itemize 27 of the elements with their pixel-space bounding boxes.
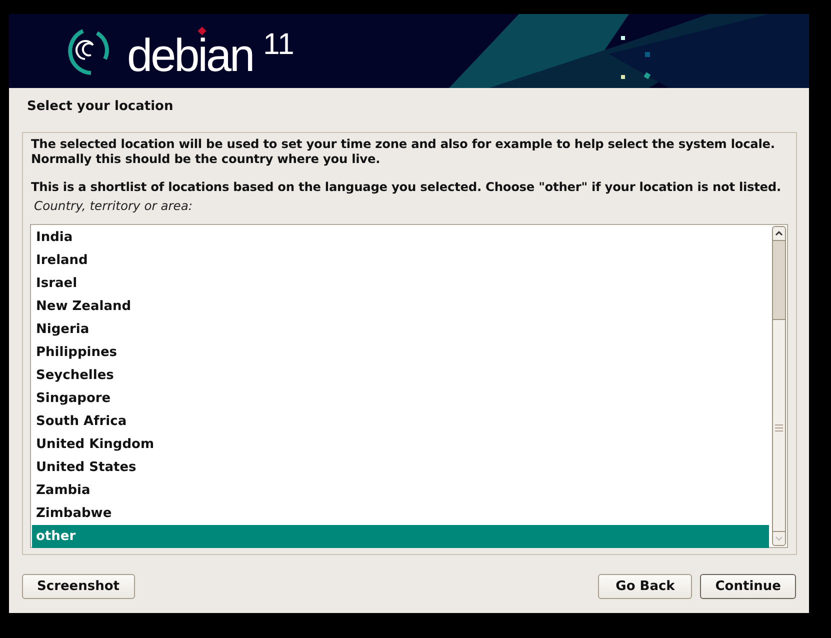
list-item[interactable]: Israel: [32, 272, 769, 295]
list-item[interactable]: United States: [32, 456, 769, 479]
list-item[interactable]: Seychelles: [32, 364, 769, 387]
list-item[interactable]: other: [32, 525, 769, 548]
logo-text: debian: [127, 38, 254, 72]
list-label: Country, territory or area:: [34, 199, 194, 213]
list-item[interactable]: New Zealand: [32, 295, 769, 318]
go-back-button[interactable]: Go Back: [598, 574, 692, 599]
list-item[interactable]: Philippines: [32, 341, 769, 364]
description-text: This is a shortlist of locations based on the language you selected. Choose "other" if your location is not listed.: [31, 180, 782, 195]
list-item[interactable]: Nigeria: [32, 318, 769, 341]
description-text: The selected location will be used to set your time zone and also for example to help select the system locale. Normally this should be the country where you live.: [31, 137, 776, 167]
diamond-icon: [197, 26, 207, 36]
list-item[interactable]: Ireland: [32, 249, 769, 272]
list-item[interactable]: Zimbabwe: [32, 502, 769, 525]
screenshot-button[interactable]: Screenshot: [22, 574, 135, 599]
list-item[interactable]: India: [32, 226, 769, 249]
list-item[interactable]: South Africa: [32, 410, 769, 433]
list-item[interactable]: United Kingdom: [32, 433, 769, 456]
list-item[interactable]: Zambia: [32, 479, 769, 502]
list-item[interactable]: Singapore: [32, 387, 769, 410]
version-number: 11: [263, 28, 294, 62]
grip-icon: [775, 424, 783, 432]
scroll-thumb[interactable]: [773, 241, 785, 320]
page-title: Select your location: [26, 98, 174, 116]
continue-button[interactable]: Continue: [700, 574, 796, 599]
scrollbar[interactable]: [772, 226, 786, 546]
